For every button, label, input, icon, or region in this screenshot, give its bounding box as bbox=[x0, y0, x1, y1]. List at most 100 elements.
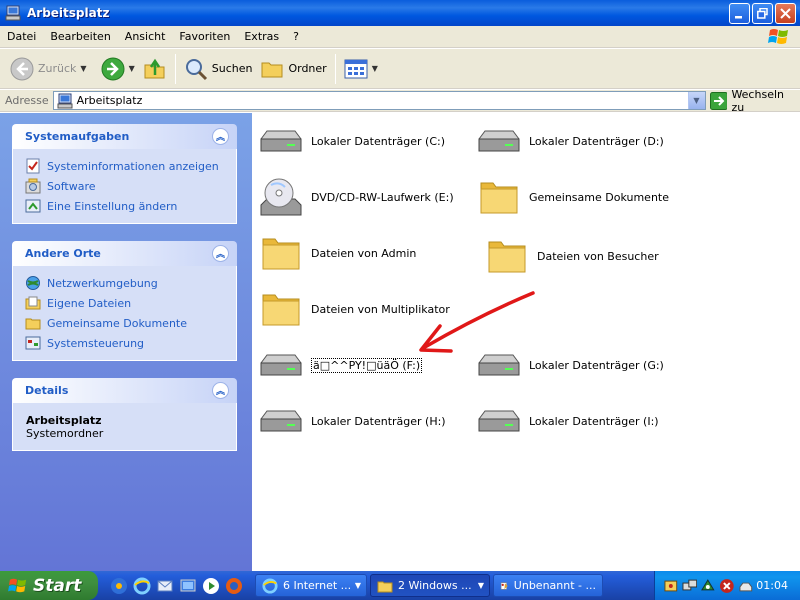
task-paint[interactable]: Unbenannt - ... bbox=[493, 574, 603, 597]
menu-help[interactable]: ? bbox=[286, 30, 306, 43]
other-places-title: Andere Orte bbox=[25, 247, 101, 260]
show-desktop-icon[interactable] bbox=[179, 577, 197, 595]
collapse-icon[interactable]: ︽ bbox=[212, 128, 229, 145]
search-button[interactable]: Suchen bbox=[180, 53, 257, 85]
item-label: Lokaler Datenträger (H:) bbox=[311, 414, 446, 428]
search-label: Suchen bbox=[211, 62, 253, 75]
menu-datei[interactable]: Datei bbox=[0, 30, 43, 43]
clock[interactable]: 01:04 bbox=[756, 579, 788, 592]
software-icon bbox=[25, 178, 41, 194]
start-button[interactable]: Start bbox=[0, 571, 98, 600]
link-network[interactable]: Netzwerkumgebung bbox=[25, 273, 236, 293]
drive-item-d[interactable]: Lokaler Datenträger (D:) bbox=[475, 117, 664, 165]
network-status-icon[interactable] bbox=[682, 578, 698, 594]
link-label: Systeminformationen anzeigen bbox=[47, 159, 219, 173]
task-pane: Systemaufgaben ︽ Systeminformationen anz… bbox=[0, 113, 252, 571]
menu-bearbeiten[interactable]: Bearbeiten bbox=[43, 30, 117, 43]
cd-drive-icon bbox=[260, 178, 302, 216]
taskbar: Start 6 Internet ... ▼ 2 Windows ... ▼ U… bbox=[0, 571, 800, 600]
link-shared-documents[interactable]: Gemeinsame Dokumente bbox=[25, 313, 236, 333]
link-label: Eigene Dateien bbox=[47, 296, 132, 310]
folder-up-icon bbox=[144, 58, 165, 78]
chevron-down-icon[interactable]: ▼ bbox=[80, 64, 86, 73]
system-tasks-title: Systemaufgaben bbox=[25, 130, 130, 143]
go-label: Wechseln zu bbox=[731, 87, 784, 114]
link-control-panel[interactable]: Systemsteuerung bbox=[25, 333, 236, 353]
folder-item-besucher[interactable]: Dateien von Besucher bbox=[483, 232, 659, 280]
forward-button[interactable]: ▼ bbox=[97, 53, 139, 85]
firefox-icon[interactable] bbox=[225, 577, 243, 595]
chevron-down-icon[interactable]: ▼ bbox=[129, 64, 135, 73]
item-label: Lokaler Datenträger (I:) bbox=[529, 414, 659, 428]
link-label: Netzwerkumgebung bbox=[47, 276, 158, 290]
details-header[interactable]: Details ︽ bbox=[12, 378, 237, 403]
chevron-down-icon[interactable]: ▼ bbox=[372, 64, 378, 73]
internet-explorer-icon bbox=[262, 577, 278, 594]
other-places-header[interactable]: Andere Orte ︽ bbox=[12, 241, 237, 266]
restore-icon bbox=[757, 8, 768, 19]
hard-drive-icon bbox=[478, 410, 520, 432]
drive-item-f[interactable]: ä□^^PY!□üäÖ (F:) bbox=[257, 341, 423, 389]
close-button[interactable] bbox=[775, 3, 796, 24]
folder-icon bbox=[261, 62, 283, 77]
close-icon bbox=[780, 8, 791, 19]
collapse-icon[interactable]: ︽ bbox=[212, 245, 229, 262]
go-button[interactable]: Wechseln zu bbox=[709, 87, 800, 114]
link-software[interactable]: Software bbox=[25, 176, 236, 196]
menu-ansicht[interactable]: Ansicht bbox=[118, 30, 173, 43]
address-bar: Adresse Arbeitsplatz ▼ Wechseln zu bbox=[0, 87, 800, 114]
views-button[interactable]: ▼ bbox=[340, 53, 382, 85]
antivirus-icon[interactable] bbox=[719, 578, 735, 594]
computer-icon bbox=[57, 93, 73, 108]
toolbar: Zurück ▼ ▼ Suchen Ordner ▼ bbox=[0, 49, 800, 89]
chevron-down-icon: ▼ bbox=[477, 581, 484, 590]
minimize-button[interactable] bbox=[729, 3, 750, 24]
search-icon bbox=[185, 58, 207, 80]
quick-launch bbox=[110, 577, 243, 595]
update-icon[interactable] bbox=[700, 578, 716, 594]
folder-item-admin[interactable]: Dateien von Admin bbox=[257, 229, 416, 277]
folder-icon bbox=[377, 581, 393, 592]
hard-drive-icon bbox=[478, 354, 520, 376]
item-label: Lokaler Datenträger (G:) bbox=[529, 358, 664, 372]
link-system-info[interactable]: Systeminformationen anzeigen bbox=[25, 156, 236, 176]
back-button[interactable]: Zurück ▼ bbox=[6, 53, 91, 85]
details-panel: Details ︽ Arbeitsplatz Systemordner bbox=[12, 378, 237, 451]
address-input[interactable]: Arbeitsplatz ▼ bbox=[52, 91, 706, 110]
folder-item-multiplikator[interactable]: Dateien von Multiplikator bbox=[257, 285, 450, 333]
address-label: Adresse bbox=[5, 94, 49, 107]
link-my-documents[interactable]: Eigene Dateien bbox=[25, 293, 236, 313]
link-label: Systemsteuerung bbox=[47, 336, 145, 350]
link-change-setting[interactable]: Eine Einstellung ändern bbox=[25, 196, 236, 216]
hard-drive-icon bbox=[260, 410, 302, 432]
task-windows[interactable]: 2 Windows ... ▼ bbox=[370, 574, 490, 597]
restore-button[interactable] bbox=[752, 3, 773, 24]
paint-icon bbox=[500, 581, 508, 590]
drive-item-c[interactable]: Lokaler Datenträger (C:) bbox=[257, 117, 445, 165]
drive-item-h[interactable]: Lokaler Datenträger (H:) bbox=[257, 397, 446, 445]
menu-favoriten[interactable]: Favoriten bbox=[172, 30, 237, 43]
internet-explorer-icon[interactable] bbox=[133, 577, 151, 595]
media-player-icon[interactable] bbox=[110, 577, 128, 595]
drive-item-e[interactable]: DVD/CD-RW-Laufwerk (E:) bbox=[257, 173, 454, 221]
network-icon bbox=[26, 276, 40, 290]
up-folder-button[interactable] bbox=[139, 53, 171, 85]
media-icon[interactable] bbox=[202, 577, 220, 595]
drive-item-g[interactable]: Lokaler Datenträger (G:) bbox=[475, 341, 664, 389]
task-internet[interactable]: 6 Internet ... ▼ bbox=[255, 574, 367, 597]
folder-item-shared-documents[interactable]: Gemeinsame Dokumente bbox=[475, 173, 669, 221]
folder-icon bbox=[262, 238, 300, 270]
address-dropdown-button[interactable]: ▼ bbox=[687, 92, 705, 109]
security-icon[interactable] bbox=[663, 578, 679, 594]
start-label: Start bbox=[33, 575, 82, 596]
menu-extras[interactable]: Extras bbox=[237, 30, 286, 43]
title-bar[interactable]: Arbeitsplatz bbox=[0, 0, 800, 26]
views-icon bbox=[344, 59, 368, 78]
drive-tray-icon[interactable] bbox=[738, 578, 754, 594]
outlook-express-icon[interactable] bbox=[156, 577, 174, 595]
item-label: Gemeinsame Dokumente bbox=[529, 190, 669, 204]
collapse-icon[interactable]: ︽ bbox=[212, 382, 229, 399]
folders-button[interactable]: Ordner bbox=[256, 53, 330, 85]
system-tasks-header[interactable]: Systemaufgaben ︽ bbox=[12, 124, 237, 149]
drive-item-i[interactable]: Lokaler Datenträger (I:) bbox=[475, 397, 659, 445]
